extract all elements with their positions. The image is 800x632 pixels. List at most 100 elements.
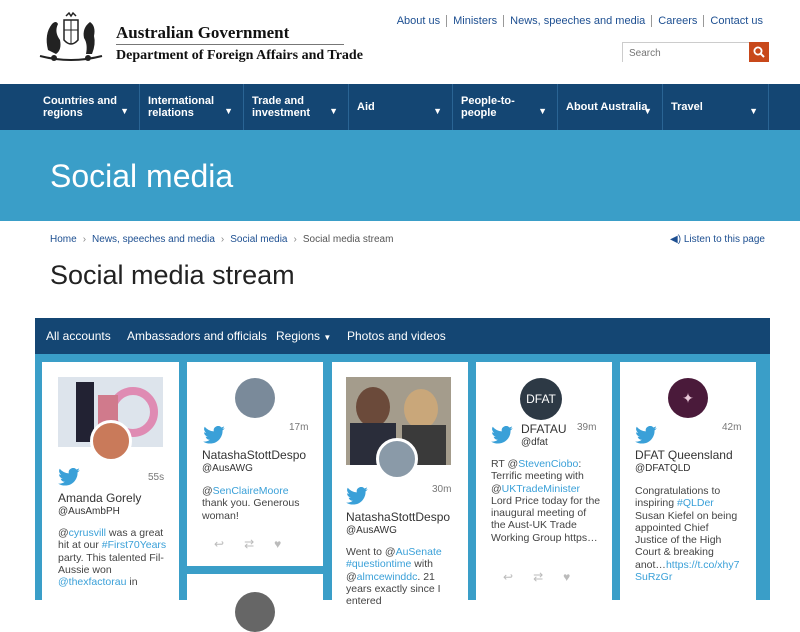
tweet-text-part: @ <box>202 485 213 497</box>
nav-trade-and-investment[interactable]: Trade and investment ▼ <box>244 84 349 130</box>
site-header: Australian Government Department of Fore… <box>0 0 800 84</box>
link-news-speeches-media[interactable]: News, speeches and media <box>503 15 651 27</box>
tweet-card[interactable]: 17m NatashaStottDespo @AusAWG @SenClaire… <box>187 362 323 566</box>
search-icon <box>753 46 765 58</box>
tweet-card[interactable] <box>187 574 323 632</box>
nav-about-australia[interactable]: About Australia ▼ <box>558 84 663 130</box>
tweet-author-handle[interactable]: @DFATQLD <box>635 463 691 474</box>
like-icon[interactable]: ♥ <box>274 537 281 551</box>
avatar[interactable]: ✦ <box>668 378 708 418</box>
coat-of-arms-logo[interactable] <box>34 10 108 66</box>
twitter-icon <box>58 468 80 486</box>
hashtag-link[interactable]: #questiontime <box>346 558 411 570</box>
tweet-card[interactable]: 55s Amanda Gorely @AusAmbPH @cyrusvill w… <box>42 362 179 600</box>
title-divider <box>116 44 344 45</box>
link-contact-us[interactable]: Contact us <box>703 15 769 27</box>
retweet-icon[interactable]: ⇄ <box>244 537 254 551</box>
link-ministers[interactable]: Ministers <box>446 15 503 27</box>
tweet-text: Went to @AuSenate #questiontime with @al… <box>346 546 458 607</box>
breadcrumb-home[interactable]: Home <box>50 234 77 245</box>
tweet-author-name[interactable]: DFATAU <box>521 422 567 436</box>
breadcrumb-separator: › <box>220 234 225 245</box>
reply-icon[interactable]: ↩ <box>214 537 224 551</box>
tab-all-accounts[interactable]: All accounts <box>46 329 111 343</box>
mention-link[interactable]: StevenCiobo <box>518 458 578 470</box>
search-button[interactable] <box>749 42 769 62</box>
tweet-author-handle[interactable]: @AusAmbPH <box>58 506 120 517</box>
department-title: Department of Foreign Affairs and Trade <box>116 48 363 63</box>
nav-travel[interactable]: Travel ▼ <box>663 84 769 130</box>
tweet-card[interactable]: DFAT DFATAU 39m @dfat RT @StevenCiobo: T… <box>476 362 612 600</box>
link-about-us[interactable]: About us <box>391 15 446 27</box>
nav-aid[interactable]: Aid ▼ <box>349 84 453 130</box>
nav-label: Trade and investment <box>252 95 311 119</box>
avatar[interactable] <box>235 378 275 418</box>
hashtag-link[interactable]: #First70Years <box>102 539 166 551</box>
speaker-icon: ◀) <box>670 234 682 245</box>
tweet-author-handle[interactable]: @dfat <box>521 437 548 448</box>
tweet-text: RT @StevenCiobo: Terrific meeting with @… <box>491 458 603 544</box>
tweet-text-part: Lord Price today for the inaugural meeti… <box>491 494 601 544</box>
dfat-avatar[interactable]: DFAT <box>520 378 562 420</box>
tweet-text-part: @ <box>58 527 69 539</box>
mention-link[interactable]: almcewinddc <box>357 571 418 583</box>
mention-link[interactable]: AuSenate <box>396 546 442 558</box>
breadcrumb-news[interactable]: News, speeches and media <box>92 234 215 245</box>
tweet-time: 17m <box>289 422 309 433</box>
twitter-icon <box>346 487 368 505</box>
chevron-down-icon: ▼ <box>538 106 547 116</box>
retweet-icon[interactable]: ⇄ <box>533 570 543 584</box>
nav-international-relations[interactable]: International relations ▼ <box>140 84 244 130</box>
tweet-text-part: party. This talented Fil-Aussie won <box>58 551 164 576</box>
hashtag-link[interactable]: #QLDer <box>677 497 714 509</box>
tab-regions[interactable]: Regions ▼ <box>276 329 331 343</box>
listen-label: Listen to this page <box>683 234 765 245</box>
mention-link[interactable]: cyrusvill <box>69 527 106 539</box>
page-title: Social media stream <box>50 260 295 290</box>
listen-button[interactable]: ◀) Listen to this page <box>670 234 765 245</box>
tab-ambassadors-officials[interactable]: Ambassadors and officials <box>127 329 267 343</box>
social-stream: 55s Amanda Gorely @AusAmbPH @cyrusvill w… <box>35 354 770 632</box>
breadcrumb-separator: › <box>293 234 297 245</box>
tweet-author-name[interactable]: NatashaStottDespo <box>346 510 466 524</box>
mention-link[interactable]: UKTradeMinister <box>502 483 580 495</box>
avatar[interactable] <box>376 438 418 480</box>
main-nav: Countries and regions ▼ International rel… <box>0 84 800 130</box>
chevron-down-icon: ▼ <box>433 106 442 116</box>
tweet-card[interactable]: ✦ 42m DFAT Queensland @DFATQLD Congratul… <box>620 362 756 600</box>
nav-label: Countries and regions <box>43 95 117 119</box>
search-input[interactable] <box>623 44 749 63</box>
tweet-text-part: Went to @ <box>346 546 396 558</box>
tweet-text-part: in <box>126 576 138 589</box>
avatar[interactable] <box>235 592 275 632</box>
breadcrumb-separator: › <box>82 234 87 245</box>
like-icon[interactable]: ♥ <box>563 570 570 584</box>
reply-icon[interactable]: ↩ <box>503 570 513 584</box>
tweet-time: 55s <box>148 472 165 483</box>
search-box <box>622 42 769 63</box>
link-careers[interactable]: Careers <box>651 15 703 27</box>
tweet-actions: ↩ ⇄ ♥ <box>214 537 281 551</box>
twitter-icon <box>491 426 513 444</box>
tweet-author-name[interactable]: NatashaStottDespo <box>202 448 320 462</box>
tweet-author-name[interactable]: DFAT Queensland <box>635 448 733 462</box>
tweet-card[interactable]: 30m NatashaStottDespo @AusAWG Went to @A… <box>332 362 468 607</box>
tweet-author-name[interactable]: Amanda Gorely <box>58 491 141 505</box>
tweet-author-handle[interactable]: @AusAWG <box>202 463 253 474</box>
tweet-author-handle[interactable]: @AusAWG <box>346 525 397 536</box>
mention-link[interactable]: @thexfactorau <box>58 576 126 588</box>
mention-link[interactable]: SenClaireMoore <box>213 485 289 497</box>
stream-filter-tabs: All accounts Ambassadors and officials R… <box>35 318 770 354</box>
breadcrumb-social-media[interactable]: Social media <box>230 234 287 245</box>
nav-people-to-people[interactable]: People-to-people ▼ <box>453 84 558 130</box>
chevron-down-icon: ▼ <box>224 106 233 116</box>
nav-countries-and-regions[interactable]: Countries and regions ▼ <box>35 84 140 130</box>
chevron-down-icon: ▼ <box>643 106 652 116</box>
tab-photos-videos[interactable]: Photos and videos <box>347 329 446 343</box>
nav-label: International relations <box>148 95 215 119</box>
chevron-down-icon: ▼ <box>329 106 338 116</box>
tab-regions-label: Regions <box>276 329 321 343</box>
avatar[interactable] <box>90 420 132 462</box>
chevron-down-icon: ▼ <box>120 106 129 116</box>
page-banner: Social media <box>0 130 800 221</box>
